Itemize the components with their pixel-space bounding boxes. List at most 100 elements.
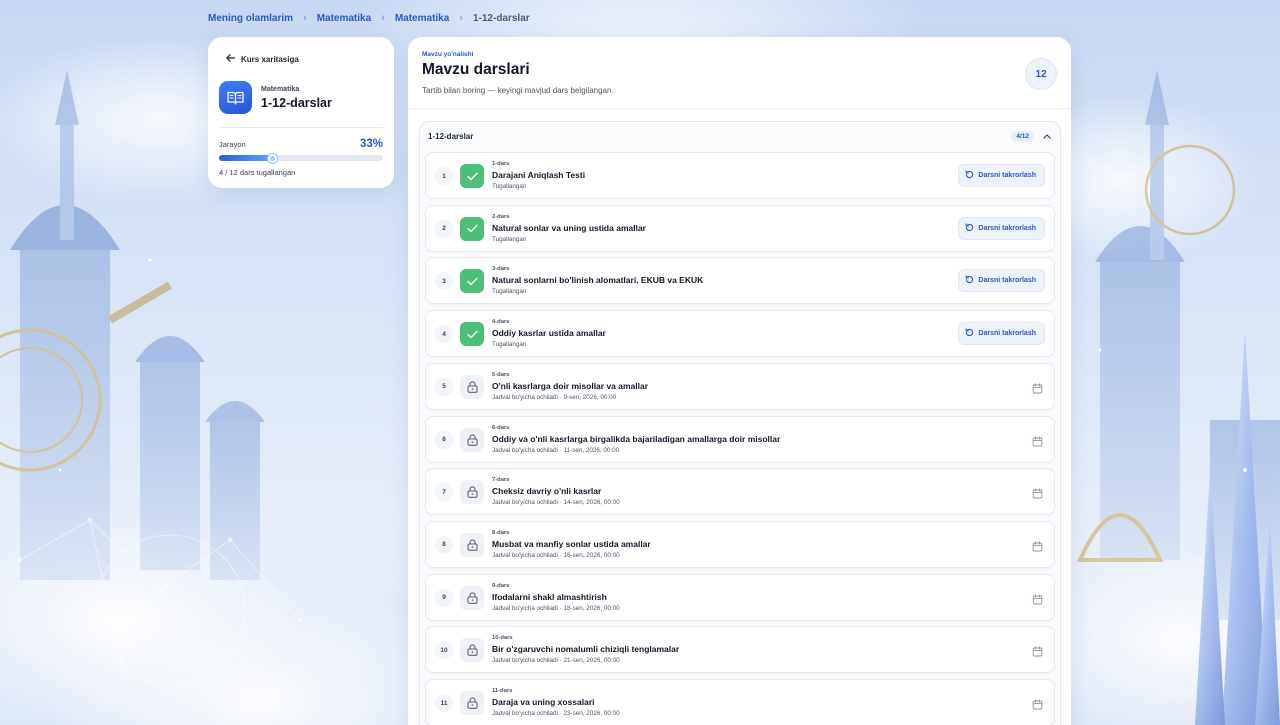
lesson-title: Ifodalarni shakl almashtirish (492, 591, 607, 602)
lesson-tag: 6-dars (492, 424, 510, 431)
lesson-row[interactable]: 3 3-dars Natural sonlarni bo'linish alomat… (425, 257, 1055, 305)
calendar-icon (1032, 434, 1043, 446)
lesson-title: Natural sonlar va uning ustida amallar (492, 222, 646, 233)
repeat-lesson-button[interactable]: Darsni takrorlash (958, 322, 1045, 346)
breadcrumb-current: 1-12-darslar (472, 12, 530, 24)
lesson-info: 8-dars Musbat va manfiy sonlar ustida ama… (492, 530, 651, 559)
lesson-number: 7 (435, 483, 453, 502)
page-title: Mavzu darslari (422, 61, 530, 78)
lesson-row[interactable]: 10 10-dars Bir o'zgaruvchi nomalumli chizi… (425, 626, 1055, 674)
lesson-tag: 8-dars (492, 529, 510, 536)
lesson-title: Natural sonlarni bo'linish alomatlari. E… (492, 275, 704, 286)
back-link-label: Kurs xaritasiga (241, 55, 299, 64)
calendar-icon (1032, 697, 1043, 710)
lesson-tag: 1-dars (492, 161, 510, 167)
lesson-group-title: 1-12-darslar (428, 131, 474, 141)
check-icon (460, 164, 484, 188)
course-summary-card: Kurs xaritasiga Matematika 1-12-darslar … (208, 37, 394, 188)
progress-note: 4 / 12 dars tugallangan (219, 168, 296, 177)
lesson-number: 10 (435, 641, 453, 660)
breadcrumb-separator-icon: › (381, 12, 385, 24)
lesson-status-text: Jadval bo'yicha ochiladi · 11-sen, 2026,… (492, 446, 620, 454)
lesson-status-text: Tugallangan (492, 183, 527, 190)
lesson-info: 3-dars Natural sonlarni bo'linish alomatl… (492, 266, 703, 295)
chevron-up-icon[interactable] (1042, 131, 1052, 141)
lesson-row[interactable]: 6 6-dars Oddiy va o'nli kasrlarga birgalik… (425, 415, 1055, 463)
lesson-title: O'nli kasrlarga doir misollar va amallar (492, 380, 649, 391)
lesson-title: Musbat va manfiy sonlar ustida amallar (492, 538, 651, 549)
progress-percent: 33% (359, 138, 383, 150)
course-subject: Matematika (261, 85, 300, 93)
panel-eyebrow: Mavzu yo'nalishi (422, 51, 474, 58)
calendar-icon (1032, 592, 1043, 605)
lesson-group-count-badge: 4/12 (1011, 130, 1034, 142)
repeat-lesson-button[interactable]: Darsni takrorlash (958, 216, 1045, 240)
lock-icon (460, 638, 484, 663)
rotate-ccw-icon (965, 170, 974, 181)
divider (219, 127, 383, 128)
lesson-info: 7-dars Cheksiz davriy o'nli kasrlar Jadval… (492, 477, 620, 506)
lock-icon (460, 374, 484, 399)
back-to-course-map-link[interactable]: Kurs xaritasiga (226, 54, 383, 65)
panel-header: Mavzu yo'nalishi Mavzu darslari Tartib b… (408, 37, 1071, 109)
lesson-row[interactable]: 11 11-dars Daraja va uning xossalari Jadval… (425, 679, 1055, 725)
topic-lessons-panel: Mavzu yo'nalishi Mavzu darslari Tartib b… (408, 37, 1071, 725)
panel-description: Tartib bilan boring — keyingi mavjud dar… (422, 86, 614, 95)
breadcrumb-link-course[interactable]: Matematika (395, 13, 449, 24)
lesson-number: 6 (435, 430, 453, 449)
lesson-title: Cheksiz davriy o'nli kasrlar (492, 486, 602, 497)
lesson-title: Bir o'zgaruvchi nomalumli chiziqli tengl… (492, 644, 680, 655)
rotate-ccw-icon (965, 328, 974, 339)
lesson-tag: 5-dars (492, 371, 510, 378)
lesson-status-text: Jadval bo'yicha ochiladi · 23-sen, 2026,… (492, 710, 620, 717)
total-lessons-badge: 12 (1025, 58, 1057, 90)
lesson-status-text: Tugallangan (492, 288, 527, 296)
lock-icon (460, 427, 484, 452)
course-header: Matematika 1-12-darslar (219, 81, 383, 114)
lesson-group-header[interactable]: 1-12-darslar 4/12 (420, 122, 1060, 150)
lesson-number: 2 (435, 219, 453, 238)
progress-knob (268, 153, 278, 163)
lock-icon (460, 585, 484, 610)
lesson-info: 1-dars Darajani Aniqlash Testi Tugallangan (492, 161, 585, 190)
progress-label: Jarayon (219, 139, 246, 149)
breadcrumb-link-worlds[interactable]: Mening olamlarim (208, 13, 293, 24)
lesson-row[interactable]: 2 2-dars Natural sonlar va uning ustida am… (425, 204, 1055, 252)
lesson-row[interactable]: 5 5-dars O'nli kasrlarga doir misollar va … (425, 362, 1055, 410)
lesson-status-text: Jadval bo'yicha ochiladi · 21-sen, 2026,… (492, 657, 620, 665)
lesson-number: 8 (435, 535, 453, 554)
lesson-row[interactable]: 9 9-dars Ifodalarni shakl almashtirish Jadv… (425, 573, 1055, 621)
lesson-status-text: Jadval bo'yicha ochiladi · 14-sen, 2026,… (492, 499, 620, 507)
repeat-lesson-label: Darsni takrorlash (978, 277, 1036, 285)
lesson-title: Oddiy va o'nli kasrlarga birgalikda baja… (492, 433, 781, 444)
lesson-status-text: Tugallangan (492, 235, 527, 243)
calendar-icon (1032, 539, 1043, 552)
breadcrumb-link-subject[interactable]: Matematika (317, 13, 371, 24)
repeat-lesson-button[interactable]: Darsni takrorlash (958, 269, 1045, 293)
lesson-title: Darajani Aniqlash Testi (492, 170, 586, 180)
rotate-ccw-icon (965, 275, 974, 286)
repeat-lesson-label: Darsni takrorlash (978, 330, 1036, 338)
check-icon (460, 216, 484, 241)
lesson-number: 4 (435, 325, 453, 344)
check-icon (460, 322, 484, 347)
breadcrumb-separator-icon: › (303, 12, 307, 24)
lesson-tag: 11-dars (492, 688, 513, 694)
lesson-row[interactable]: 1 1-dars Darajani Aniqlash Testi Tugallanga… (425, 152, 1055, 199)
lesson-row[interactable]: 4 4-dars Oddiy kasrlar ustida amallar Tugal… (425, 310, 1055, 358)
lesson-row[interactable]: 8 8-dars Musbat va manfiy sonlar ustida am… (425, 520, 1055, 568)
arrow-left-icon (226, 54, 236, 65)
lesson-tag: 7-dars (492, 477, 510, 484)
repeat-lesson-label: Darsni takrorlash (978, 172, 1036, 179)
lesson-tag: 9-dars (492, 582, 510, 589)
repeat-lesson-button[interactable]: Darsni takrorlash (958, 164, 1045, 187)
progress-header: Jarayon 33% (219, 138, 383, 150)
lesson-status-text: Tugallangan (492, 341, 527, 349)
lock-icon (460, 691, 484, 715)
lesson-info: 6-dars Oddiy va o'nli kasrlarga birgalikd… (492, 425, 780, 454)
lesson-row[interactable]: 7 7-dars Cheksiz davriy o'nli kasrlar Jadva… (425, 468, 1055, 516)
lesson-tag: 3-dars (492, 266, 510, 273)
lesson-tag: 4-dars (492, 319, 510, 326)
lesson-title: Daraja va uning xossalari (492, 697, 595, 707)
lesson-title: Oddiy kasrlar ustida amallar (492, 328, 606, 339)
